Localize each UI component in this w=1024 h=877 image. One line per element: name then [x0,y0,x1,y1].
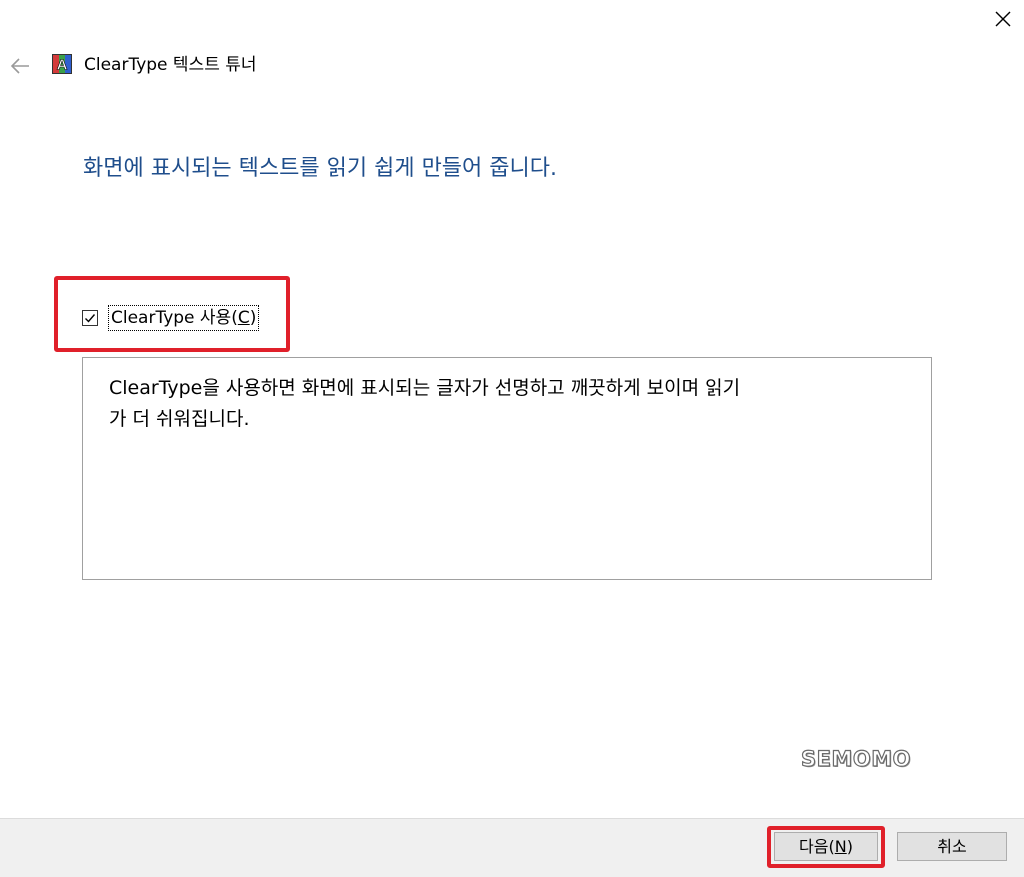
description-text: ClearType을 사용하면 화면에 표시되는 글자가 선명하고 깨끗하게 보… [109,377,741,430]
window-title: ClearType 텍스트 튜너 [84,55,257,75]
checkbox-label-end: ) [249,308,257,328]
checkbox-label-text: ClearType 사용( [111,308,238,328]
cleartype-checkbox[interactable]: ClearType 사용(C) [82,303,260,333]
checkbox-mnemonic: C [237,308,250,328]
svg-text:A: A [57,57,68,74]
watermark: SEMOMO [800,746,911,771]
close-button[interactable] [982,0,1024,38]
close-icon [995,11,1011,27]
back-arrow-icon [10,58,29,74]
page-heading: 화면에 표시되는 텍스트를 읽기 쉽게 만들어 줍니다. [83,156,557,181]
checkbox-box[interactable] [82,310,98,326]
back-button[interactable] [6,52,34,80]
cancel-button[interactable]: 취소 [897,832,1007,861]
highlight-box-next [767,826,885,868]
description-box: ClearType을 사용하면 화면에 표시되는 글자가 선명하고 깨끗하게 보… [82,357,932,580]
checkmark-icon [85,314,96,323]
cleartype-app-icon: A [52,54,72,74]
checkbox-label: ClearType 사용(C) [108,305,260,331]
